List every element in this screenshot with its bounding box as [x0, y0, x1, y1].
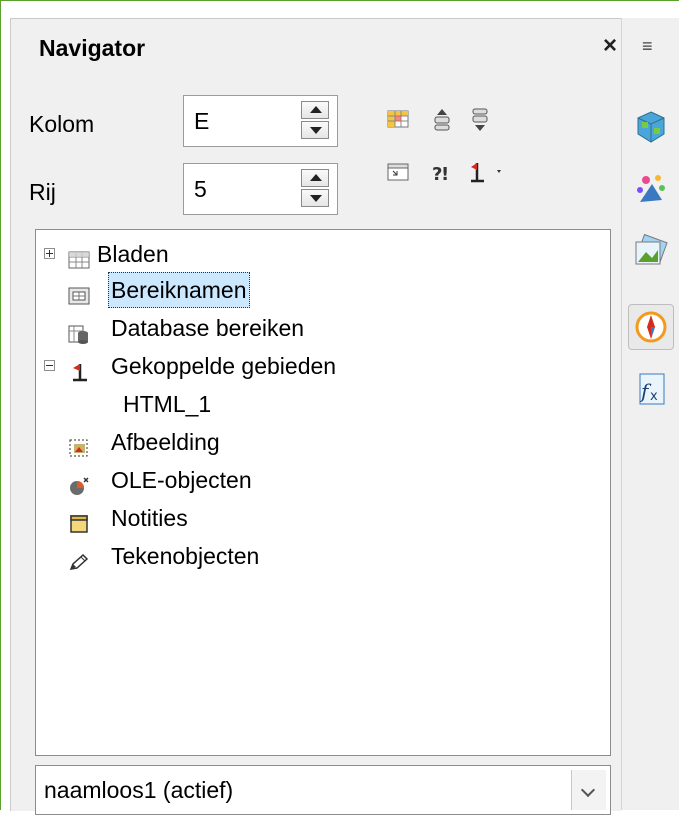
range-names-icon — [68, 280, 90, 305]
tree-item-drawing-objects[interactable]: Tekenobjecten — [36, 538, 606, 574]
drawing-icon — [68, 546, 89, 570]
tree-item-linked-areas[interactable]: Gekoppelde gebieden — [36, 348, 606, 384]
tree-item-label: Bladen — [97, 241, 169, 267]
tree-item-range-names[interactable]: Bereiknamen — [36, 272, 606, 308]
tree-item-ole-objects[interactable]: OLE-objecten — [36, 462, 606, 498]
tree-item-sheets[interactable]: Bladen — [36, 236, 606, 272]
tree-item-database-ranges[interactable]: Database bereiken — [36, 310, 606, 346]
close-button[interactable]: × — [599, 33, 621, 59]
row-decrement-button[interactable] — [301, 189, 329, 207]
tree-item-notes[interactable]: Notities — [36, 500, 606, 536]
data-range-icon[interactable] — [385, 107, 411, 133]
svg-text:!: ! — [441, 164, 449, 185]
database-range-icon — [68, 318, 88, 344]
gallery-icon[interactable] — [628, 228, 674, 274]
tree-item-label: Gekoppelde gebieden — [111, 353, 337, 379]
tree-item-label: Afbeelding — [111, 429, 220, 455]
svg-text:x: x — [650, 389, 658, 404]
row-value[interactable]: 5 — [194, 176, 207, 203]
tree-item-label: Bereiknamen — [108, 272, 250, 308]
column-value[interactable]: E — [194, 108, 209, 135]
sheet-grid-icon — [68, 244, 90, 269]
start-icon[interactable] — [429, 107, 455, 133]
functions-icon[interactable]: f x — [628, 366, 674, 412]
document-select-value: naamloos1 (actief) — [44, 777, 234, 803]
column-label: Kolom — [29, 111, 95, 137]
toggle-icon[interactable]: ? ! — [429, 159, 455, 185]
linked-areas-icon — [68, 356, 88, 382]
document-select[interactable]: naamloos1 (actief) — [35, 765, 611, 815]
navigator-icon[interactable] — [628, 304, 674, 350]
navigator-tree[interactable]: Bladen Bereiknamen Database bereiken Gek… — [35, 229, 611, 756]
expand-icon[interactable] — [44, 248, 55, 259]
ole-object-icon — [68, 470, 89, 495]
panel-title: Navigator — [39, 35, 146, 61]
column-decrement-button[interactable] — [301, 121, 329, 139]
tree-item-label: OLE-objecten — [111, 467, 252, 493]
collapse-icon[interactable] — [44, 360, 55, 371]
tree-item-images[interactable]: Afbeelding — [36, 424, 606, 460]
contents-icon[interactable] — [385, 159, 411, 185]
tree-item-label: HTML_1 — [123, 391, 212, 417]
row-increment-button[interactable] — [301, 169, 329, 187]
image-icon — [68, 432, 88, 457]
row-spinbox[interactable]: 5 — [183, 163, 338, 215]
navigator-panel: Navigator × Kolom E Rij 5 ? ! Bladen Ber… — [10, 18, 621, 815]
end-icon[interactable] — [467, 107, 493, 133]
properties-icon[interactable] — [628, 104, 674, 150]
sidebar-menu-icon[interactable]: ≡ — [642, 36, 653, 57]
note-icon — [68, 508, 88, 533]
row-label: Rij — [29, 179, 56, 205]
tree-item-label: Notities — [111, 505, 188, 531]
drag-mode-icon[interactable] — [467, 159, 507, 185]
column-spinbox[interactable]: E — [183, 95, 338, 147]
chevron-down-icon[interactable] — [571, 770, 606, 810]
sidebar-tabbar: ≡ f x — [621, 18, 679, 810]
styles-icon[interactable] — [628, 166, 674, 212]
tree-item-label: Tekenobjecten — [111, 543, 260, 569]
column-increment-button[interactable] — [301, 101, 329, 119]
tree-item-html-1[interactable]: HTML_1 — [36, 386, 606, 422]
tree-item-label: Database bereiken — [111, 315, 305, 341]
